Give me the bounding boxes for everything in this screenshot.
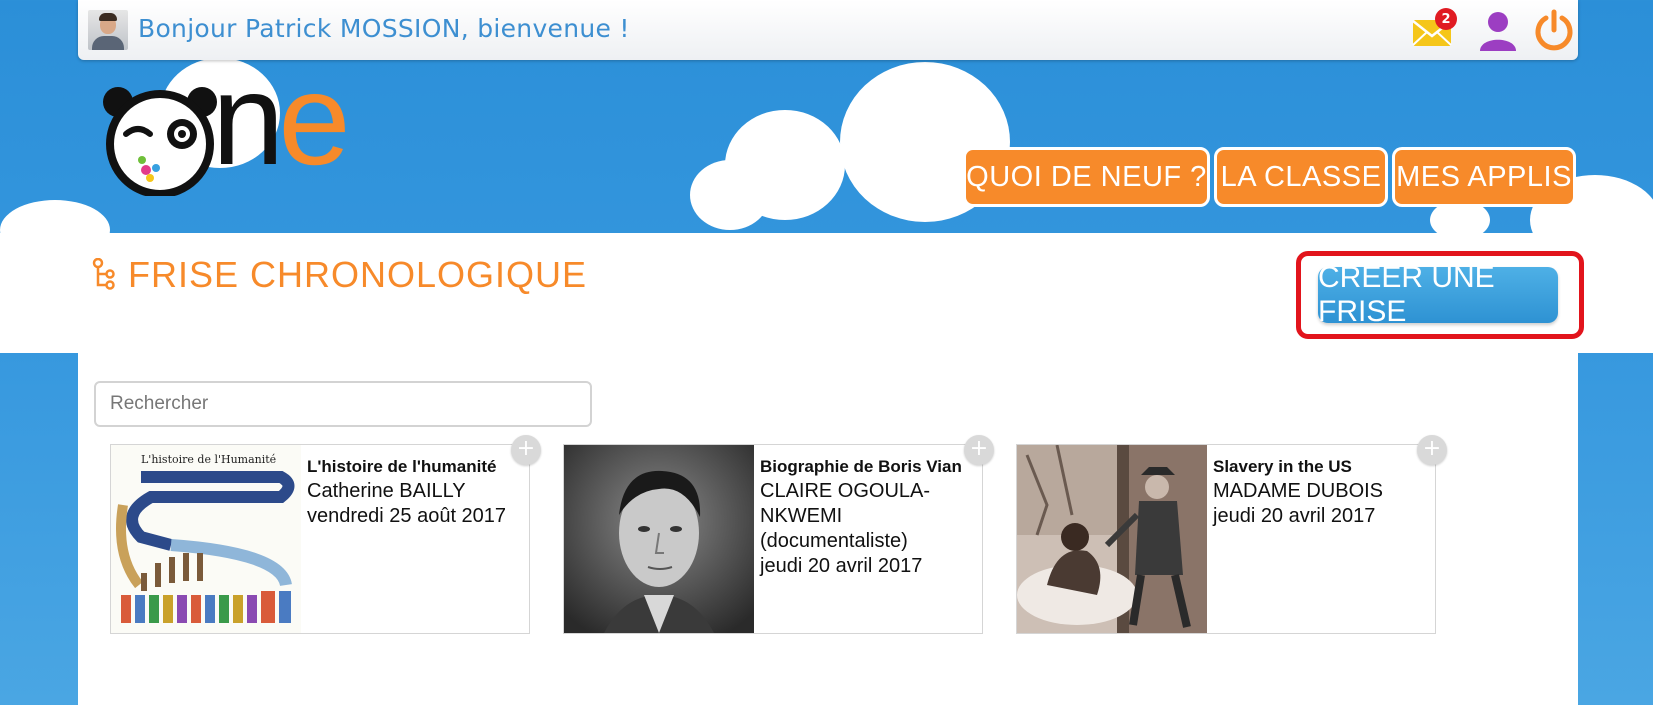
timeline-icon: [92, 258, 115, 290]
card-title: Slavery in the US: [1213, 457, 1352, 476]
user-icon: [1480, 12, 1516, 51]
logo-wordmark: ne: [212, 46, 351, 192]
mail-button[interactable]: 2: [1411, 8, 1457, 52]
card-author: CLAIRE OGOULA-NKWEMI (documentaliste): [760, 480, 931, 552]
logout-button[interactable]: [1532, 8, 1576, 52]
avatar[interactable]: [88, 10, 128, 50]
nav-la-classe[interactable]: LA CLASSE: [1214, 147, 1388, 207]
card-info: L'histoire de l'humanité Catherine BAILL…: [307, 455, 521, 529]
card-date: vendredi 25 août 2017: [307, 505, 507, 527]
search-input[interactable]: [94, 381, 592, 427]
frise-card[interactable]: Slavery in the US MADAME DUBOIS jeudi 20…: [1016, 435, 1447, 634]
plus-icon[interactable]: +: [1417, 435, 1447, 465]
card-info: Biographie de Boris Vian CLAIRE OGOULA-N…: [760, 455, 974, 579]
card-date: jeudi 20 avril 2017: [760, 555, 923, 577]
one-logo[interactable]: ne: [100, 54, 351, 200]
power-icon: [1535, 9, 1573, 51]
card-author: Catherine BAILLY: [307, 480, 466, 502]
card-thumbnail: L'histoire de l'Humanité: [111, 445, 301, 633]
mail-count-badge: 2: [1435, 8, 1457, 30]
card-title: Biographie de Boris Vian: [760, 457, 962, 476]
nav-mes-applis[interactable]: MES APPLIS: [1392, 147, 1576, 207]
card-thumbnail: [564, 445, 754, 633]
plus-icon[interactable]: +: [511, 435, 541, 465]
panda-logo-icon: [103, 87, 217, 198]
card-date: jeudi 20 avril 2017: [1213, 505, 1376, 527]
card-title: L'histoire de l'humanité: [307, 457, 497, 476]
nav-quoi-de-neuf[interactable]: QUOI DE NEUF ?: [963, 147, 1210, 207]
frise-card[interactable]: L'histoire de l'Humanité L'histoire de l…: [110, 435, 541, 634]
card-info: Slavery in the US MADAME DUBOIS jeudi 20…: [1213, 455, 1427, 529]
page-title: FRISE CHRONOLOGIQUE: [128, 254, 588, 295]
card-author: MADAME DUBOIS: [1213, 480, 1384, 502]
card-thumbnail: [1017, 445, 1207, 633]
cloud: [690, 160, 770, 230]
plus-icon[interactable]: +: [964, 435, 994, 465]
svg-text:L'histoire de l'Humanité: L'histoire de l'Humanité: [141, 453, 276, 466]
profile-button[interactable]: [1476, 8, 1520, 52]
frise-card[interactable]: Biographie de Boris Vian CLAIRE OGOULA-N…: [563, 435, 994, 634]
greeting-text: Bonjour Patrick MOSSION, bienvenue !: [138, 14, 630, 43]
create-frise-button[interactable]: CRÉER UNE FRISE: [1318, 261, 1558, 328]
